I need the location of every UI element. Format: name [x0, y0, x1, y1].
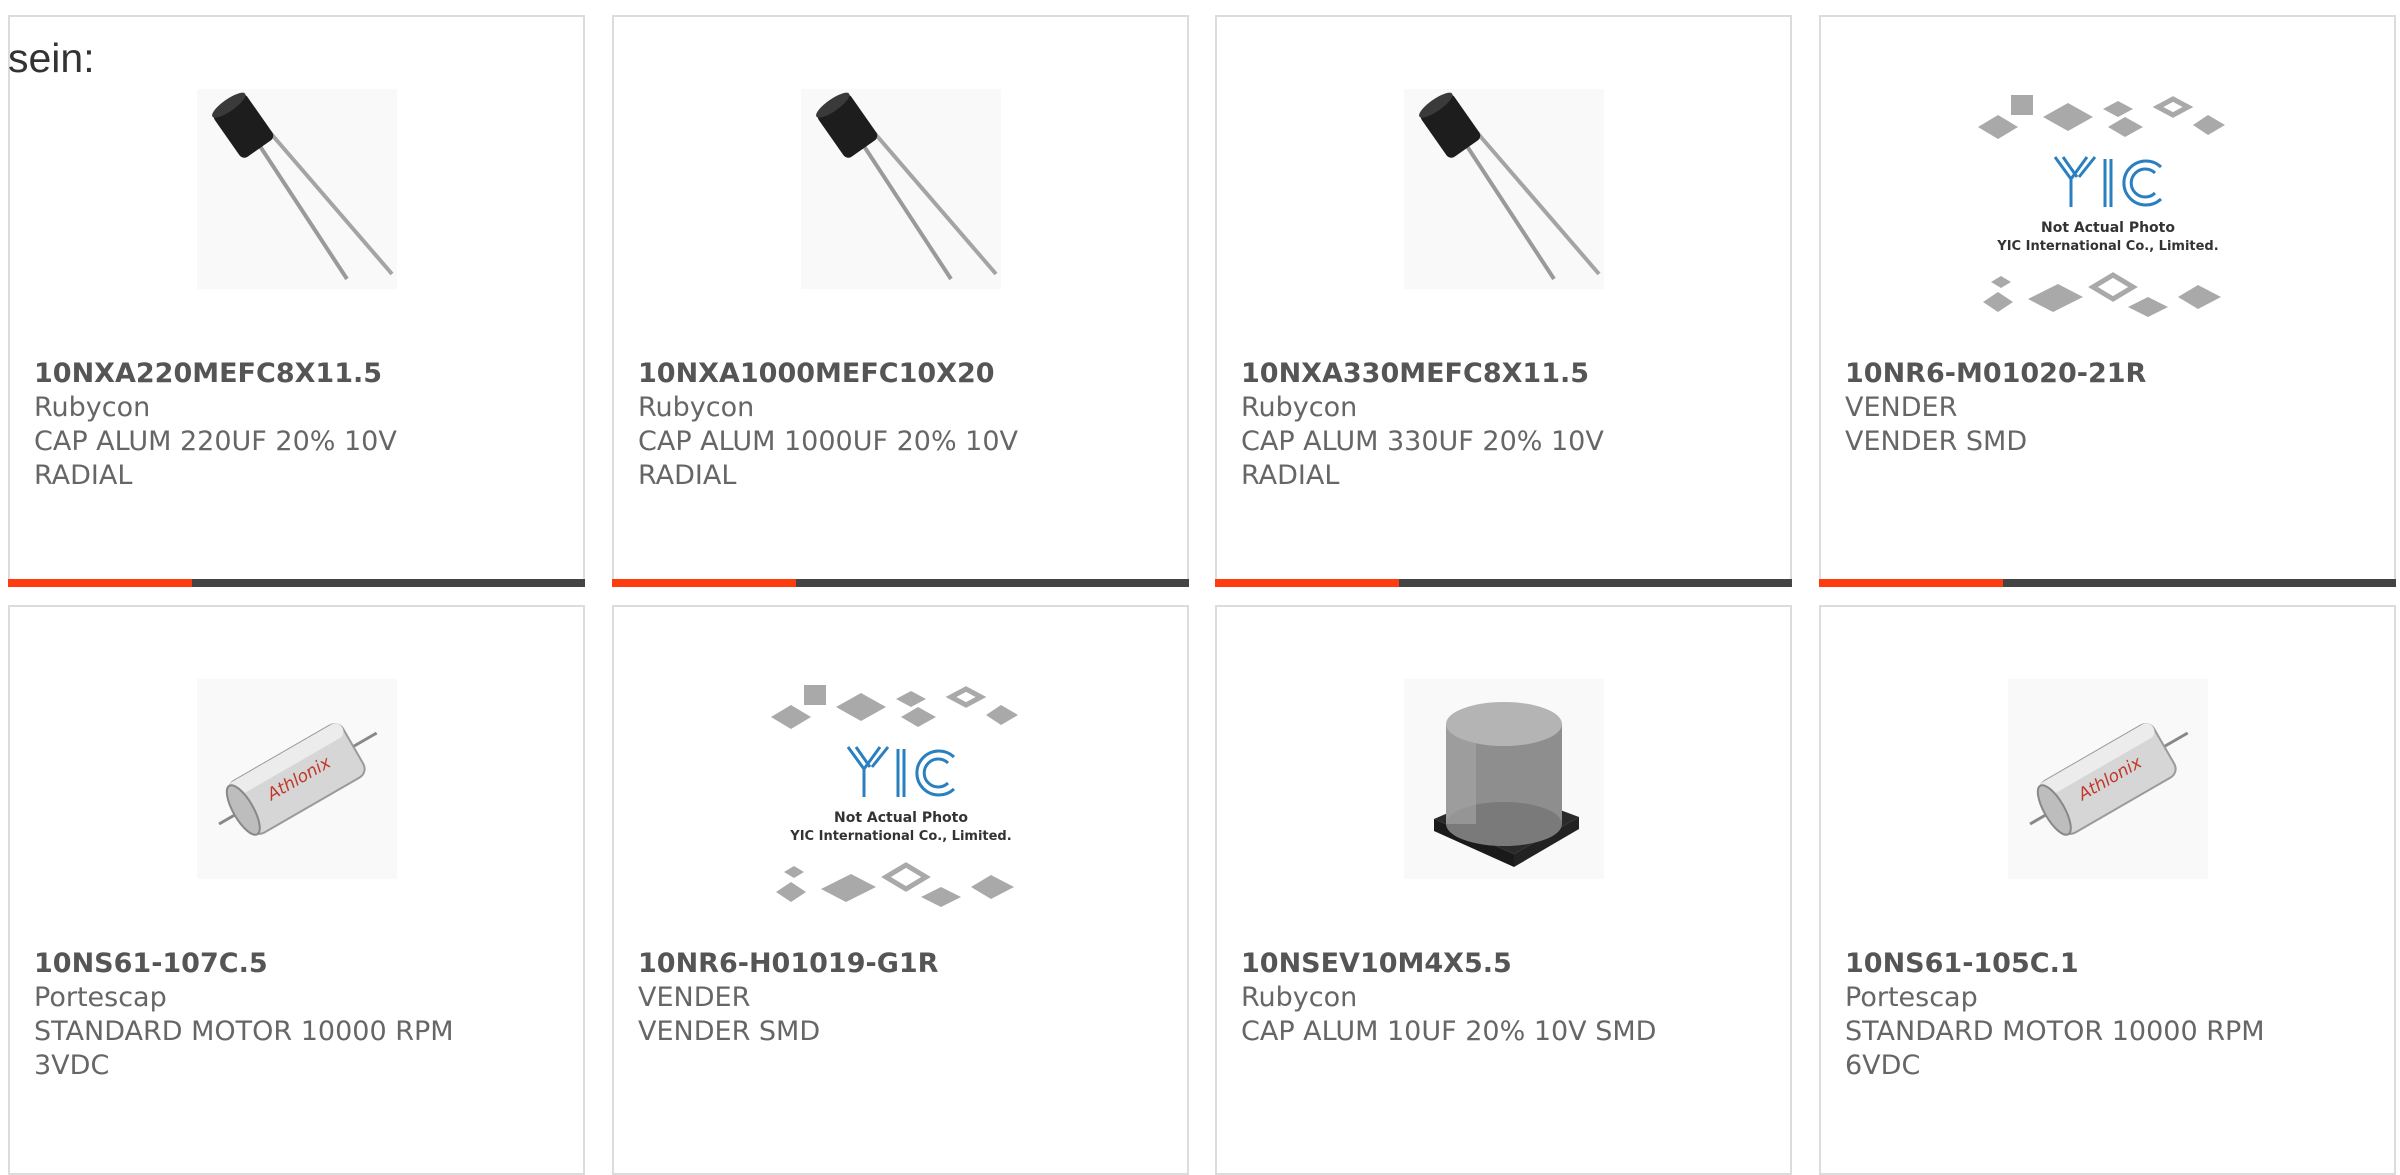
part-number[interactable]: 10NSEV10M4X5.5 [1241, 947, 1770, 981]
card-footer-bar [8, 579, 585, 587]
manufacturer: VENDER [1845, 392, 1958, 423]
description: VENDER SMD [638, 1016, 821, 1047]
manufacturer: Portescap [1845, 982, 1978, 1013]
accent-bar [1819, 579, 2003, 587]
description: CAP ALUM 10UF 20% 10V SMD [1241, 1016, 1657, 1047]
part-number[interactable]: 10NXA1000MEFC10X20 [638, 357, 1167, 391]
accent-bar [1215, 579, 1399, 587]
description-2: RADIAL [1241, 460, 1340, 491]
placeholder-chips-image: Not Actual Photo YIC International Co., … [1977, 95, 2225, 317]
part-number[interactable]: 10NS61-105C.1 [1845, 947, 2374, 981]
description: STANDARD MOTOR 10000 RPM [1845, 1016, 2265, 1047]
card-footer-bar [1819, 579, 2396, 587]
yic-logo [2053, 156, 2162, 207]
part-number[interactable]: 10NXA220MEFC8X11.5 [34, 357, 563, 391]
placeholder-line-2: YIC International Co., Limited. [1996, 239, 2218, 254]
part-number[interactable]: 10NXA330MEFC8X11.5 [1241, 357, 1770, 391]
card-footer-bar [612, 579, 1189, 587]
description: CAP ALUM 1000UF 20% 10V [638, 426, 1019, 457]
product-card[interactable]: Athlonix 10NS61-105C.1 Portescap STANDAR… [1819, 605, 2396, 1175]
part-number[interactable]: 10NR6-H01019-G1R [638, 947, 1167, 981]
manufacturer: Rubycon [34, 392, 151, 423]
description-2: 6VDC [1845, 1050, 1921, 1081]
part-number[interactable]: 10NS61-107C.5 [34, 947, 563, 981]
description: CAP ALUM 330UF 20% 10V [1241, 426, 1604, 457]
product-card[interactable]: 10NSEV10M4X5.5 Rubycon CAP ALUM 10UF 20%… [1215, 605, 1792, 1175]
dc-motor-image: Athlonix [2007, 679, 2208, 879]
placeholder-line-1: Not Actual Photo [834, 810, 968, 826]
manufacturer: VENDER [638, 982, 751, 1013]
placeholder-chips-image: Not Actual Photo YIC International Co., … [770, 685, 1018, 907]
yic-logo [846, 746, 955, 797]
part-number[interactable]: 10NR6-M01020-21R [1845, 357, 2374, 391]
accent-bar [8, 579, 192, 587]
product-card[interactable]: Athlonix 10NS61-107C.5 Portescap STANDAR… [8, 605, 585, 1175]
card-footer-bar [1215, 579, 1792, 587]
accent-bar [612, 579, 796, 587]
description: STANDARD MOTOR 10000 RPM [34, 1016, 454, 1047]
description-2: RADIAL [638, 460, 737, 491]
description-2: 3VDC [34, 1050, 110, 1081]
description: CAP ALUM 220UF 20% 10V [34, 426, 397, 457]
product-card[interactable]: 10NXA1000MEFC10X20 Rubycon CAP ALUM 1000… [612, 15, 1189, 587]
product-card[interactable]: 10NXA220MEFC8X11.5 Rubycon CAP ALUM 220U… [8, 15, 585, 587]
description-2: RADIAL [34, 460, 133, 491]
product-card[interactable]: Not Actual Photo YIC International Co., … [1819, 15, 2396, 587]
manufacturer: Portescap [34, 982, 167, 1013]
manufacturer: Rubycon [638, 392, 755, 423]
radial-capacitor-image [1403, 89, 1604, 289]
radial-capacitor-image [800, 89, 1001, 289]
dc-motor-image: Athlonix [196, 679, 397, 879]
radial-capacitor-image [196, 89, 397, 289]
product-card[interactable]: 10NXA330MEFC8X11.5 Rubycon CAP ALUM 330U… [1215, 15, 1792, 587]
manufacturer: Rubycon [1241, 392, 1358, 423]
intro-text: sein: [8, 35, 95, 81]
description: VENDER SMD [1845, 426, 2028, 457]
manufacturer: Rubycon [1241, 982, 1358, 1013]
placeholder-line-2: YIC International Co., Limited. [789, 829, 1011, 844]
product-card[interactable]: Not Actual Photo YIC International Co., … [612, 605, 1189, 1175]
placeholder-line-1: Not Actual Photo [2041, 220, 2175, 236]
smd-capacitor-image [1403, 679, 1604, 879]
